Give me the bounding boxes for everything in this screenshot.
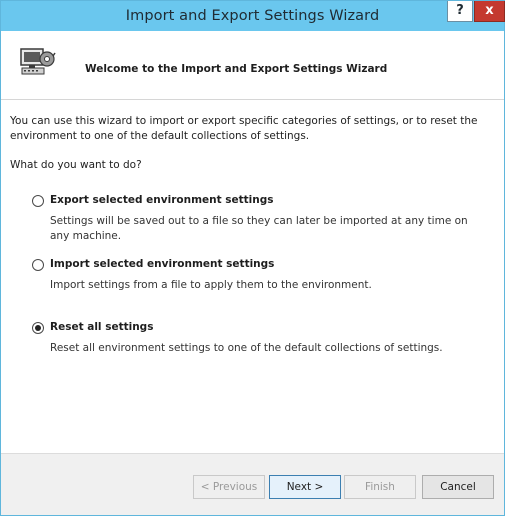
title-bar[interactable]: Import and Export Settings Wizard ? x (1, 1, 505, 31)
settings-wizard-computer-icon (20, 47, 56, 77)
previous-button[interactable]: < Previous (193, 475, 265, 499)
option-import-description: Import settings from a file to apply the… (50, 279, 372, 291)
intro-text: You can use this wizard to import or exp… (10, 115, 478, 142)
help-button[interactable]: ? (447, 1, 473, 22)
wizard-header: Welcome to the Import and Export Setting… (1, 31, 504, 99)
wizard-footer: < Previous Next > Finish Cancel (1, 453, 504, 515)
next-button[interactable]: Next > (269, 475, 341, 499)
window-title: Import and Export Settings Wizard (125, 8, 380, 24)
wizard-window: Import and Export Settings Wizard ? x We… (0, 0, 505, 516)
question-text: What do you want to do? (10, 159, 142, 171)
option-import-label[interactable]: Import selected environment settings (50, 258, 274, 270)
option-reset-description: Reset all environment settings to one of… (50, 342, 443, 354)
finish-button[interactable]: Finish (344, 475, 416, 499)
radio-reset[interactable] (32, 322, 44, 334)
radio-export[interactable] (32, 195, 44, 207)
close-button[interactable]: x (474, 1, 505, 22)
option-export-label[interactable]: Export selected environment settings (50, 194, 274, 206)
option-reset-label[interactable]: Reset all settings (50, 321, 153, 333)
header-title: Welcome to the Import and Export Setting… (85, 63, 388, 75)
cancel-button[interactable]: Cancel (422, 475, 494, 499)
radio-import[interactable] (32, 259, 44, 271)
wizard-content: You can use this wizard to import or exp… (1, 100, 504, 453)
option-export-description: Settings will be saved out to a file so … (50, 215, 468, 242)
